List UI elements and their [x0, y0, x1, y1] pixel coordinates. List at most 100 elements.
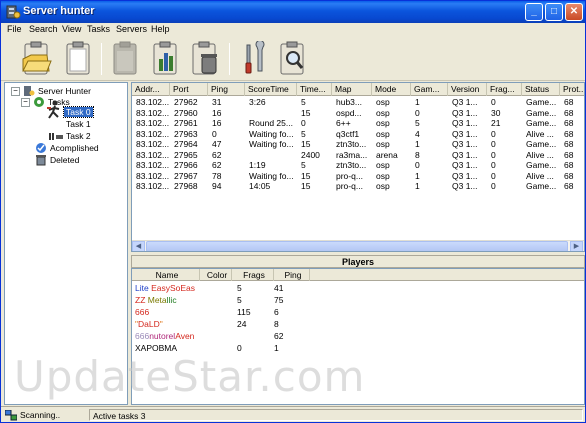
maximize-button[interactable]: □ — [545, 3, 563, 21]
server-cell: 4 — [415, 128, 420, 139]
server-row[interactable]: 83.102... 27964 47 Waiting fo... 15 ztn3to...… — [132, 139, 584, 150]
players-col-header[interactable]: Ping — [274, 269, 310, 281]
tree-deleted[interactable]: Deleted — [35, 154, 127, 166]
server-cell: osp — [376, 181, 390, 191]
player-frags: 115 — [237, 307, 251, 317]
server-cell: 27966 — [174, 160, 198, 170]
paused-task-icon — [49, 133, 63, 140]
menu-search[interactable]: Search — [29, 24, 58, 34]
tree-task-2[interactable]: Task 2 — [45, 130, 127, 142]
player-ping: 62 — [274, 331, 284, 341]
servers-col-header[interactable]: Mode — [372, 83, 411, 96]
deleted-icon — [36, 155, 46, 166]
tree-accomplished-label: Acomplished — [50, 143, 99, 153]
player-name-segment: Meta — [145, 295, 167, 305]
server-row[interactable]: 83.102... 27966 62 1:19 5 ztn3to... osp 0 Q3 1..… — [132, 160, 584, 171]
player-frags: 0 — [237, 343, 242, 353]
open-folder-icon[interactable] — [19, 41, 53, 77]
menu-tasks[interactable]: Tasks — [87, 24, 110, 34]
servers-col-header[interactable]: Gam... — [411, 83, 448, 96]
server-cell: 94 — [212, 181, 222, 191]
player-name: "DaLD" — [135, 318, 163, 330]
scroll-left-arrow[interactable]: ◀ — [132, 241, 145, 251]
server-row[interactable]: 83.102... 27960 16 15 ospd... osp 0 Q3 1... 30 Ga… — [132, 107, 584, 119]
find-icon[interactable] — [275, 41, 309, 77]
players-col-header[interactable]: Frags — [232, 269, 274, 281]
player-name-segment: ZZ — [135, 295, 146, 305]
players-col-header[interactable]: Color — [200, 269, 232, 281]
servers-col-header[interactable]: Addr... — [132, 83, 170, 96]
server-cell: ztn3to... — [336, 160, 367, 170]
server-cell: 0 — [415, 160, 420, 170]
servers-col-header[interactable]: Time... — [297, 83, 332, 96]
player-row[interactable]: ZZ Metallic 5 75 — [132, 294, 584, 306]
tree-accomplished[interactable]: Acomplished — [35, 142, 127, 154]
servers-col-header[interactable]: Prot... — [560, 83, 584, 96]
servers-col-header[interactable]: Status — [522, 83, 560, 96]
title-bar[interactable]: Server hunter _ □ ✕ — [1, 1, 585, 23]
player-row[interactable]: Lite EasySoEas 5 41 — [132, 282, 584, 294]
new-task-icon[interactable] — [61, 41, 95, 77]
server-row[interactable]: 83.102... 27967 78 Waiting fo... 15 pro-q... o… — [132, 170, 584, 182]
server-cell: 8 — [415, 149, 420, 160]
tree-root-label: Server Hunter — [38, 86, 91, 96]
servers-col-header[interactable]: Ping — [208, 83, 245, 96]
players-table[interactable]: Name Color Frags Ping Lite EasySoEas 5 41 ZZ M… — [131, 268, 585, 405]
server-cell: 83.102... — [136, 160, 170, 170]
server-row[interactable]: 83.102... 27961 16 Round 25... 0 6++ osp 5 Q3 1.… — [132, 118, 584, 129]
server-cell: 83.102... — [136, 97, 170, 107]
server-cell: Game... — [526, 139, 557, 149]
server-row[interactable]: 83.102... 27968 94 14:05 15 pro-q... osp 1 Q3 1.… — [132, 181, 584, 192]
server-cell: 78 — [212, 170, 222, 181]
player-name-segment: nutorel — [149, 331, 176, 341]
statistics-icon[interactable] — [148, 41, 182, 77]
server-cell: 3:26 — [249, 97, 266, 107]
tree-task-0[interactable]: Task 0 — [45, 100, 127, 119]
task-tree[interactable]: − Server Hunter − Tasks Task 0 Task 1 Ta… — [4, 82, 128, 405]
servers-col-header[interactable]: Port — [170, 83, 208, 96]
server-cell: 0 — [491, 139, 496, 149]
servers-col-header[interactable]: ScoreTime — [245, 83, 297, 96]
server-cell: 83.102... — [136, 118, 170, 128]
server-cell: Waiting fo... — [249, 139, 294, 149]
servers-col-header[interactable]: Map — [332, 83, 372, 96]
server-cell: 62 — [212, 149, 222, 160]
server-cell: 68 — [564, 181, 574, 191]
minimize-button[interactable]: _ — [525, 3, 543, 21]
server-row[interactable]: 83.102... 27962 31 3:26 5 hub3... osp 1 Q3 1... 0… — [132, 97, 584, 108]
horizontal-scrollbar[interactable]: ◀ ▶ — [132, 240, 584, 251]
paste-task-icon[interactable] — [108, 41, 142, 77]
server-cell: 83.102... — [136, 170, 170, 181]
server-cell: Waiting fo... — [249, 128, 294, 139]
close-button[interactable]: ✕ — [565, 3, 583, 21]
collapse-toggle[interactable]: − — [11, 87, 20, 96]
players-header: Name Color Frags Ping — [132, 269, 584, 281]
settings-icon[interactable] — [237, 41, 271, 77]
collapse-toggle[interactable]: − — [21, 98, 30, 107]
server-row[interactable]: 83.102... 27965 62 2400 ra3ma... arena 8 Q3 1..… — [132, 149, 584, 161]
server-row[interactable]: 83.102... 27963 0 Waiting fo... 5 q3ctf1 osp 4 Q… — [132, 128, 584, 140]
player-row[interactable]: 666 115 6 — [132, 306, 584, 318]
server-cell: osp — [376, 107, 390, 118]
server-cell: 83.102... — [136, 107, 170, 118]
menu-help[interactable]: Help — [151, 24, 170, 34]
tree-task-1[interactable]: Task 1 — [45, 118, 127, 130]
server-cell: ztn3to... — [336, 139, 367, 149]
servers-table[interactable]: Addr... Port Ping ScoreTime Time... Map Mode Ga… — [131, 82, 585, 252]
player-row[interactable]: "DaLD" 24 8 — [132, 318, 584, 330]
servers-col-header[interactable]: Frag... — [487, 83, 522, 96]
server-cell: 27967 — [174, 170, 198, 181]
players-col-header[interactable]: Name — [132, 269, 200, 281]
menu-servers[interactable]: Servers — [116, 24, 147, 34]
delete-icon[interactable] — [187, 41, 221, 77]
server-cell: 15 — [301, 139, 311, 149]
server-cell: 15 — [301, 181, 311, 191]
scroll-thumb[interactable] — [146, 241, 568, 251]
server-cell: Alive ... — [526, 149, 554, 160]
servers-col-header[interactable]: Version — [448, 83, 487, 96]
menu-view[interactable]: View — [62, 24, 81, 34]
scroll-right-arrow[interactable]: ▶ — [570, 241, 583, 251]
menu-file[interactable]: File — [7, 24, 22, 34]
player-row[interactable]: XAPOBMA 0 1 — [132, 342, 584, 354]
player-row[interactable]: 666nutorelAven 62 — [132, 330, 584, 342]
